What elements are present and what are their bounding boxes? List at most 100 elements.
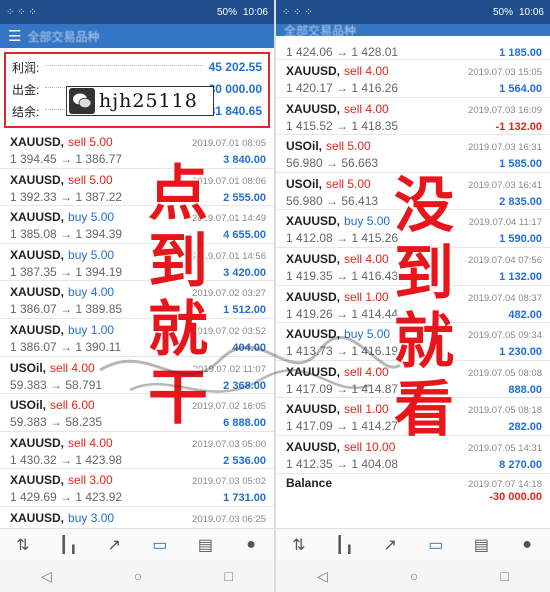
trade-prices: 1 424.06 → 1 428.01 <box>286 45 399 59</box>
trade-row[interactable]: XAUUSD, buy 4.00 2019.07.02 03:27 1 386.07 … <box>0 281 274 319</box>
trade-symbol: XAUUSD, <box>286 214 341 229</box>
trade-row[interactable]: XAUUSD, buy 5.00 2019.07.01 14:49 1 385.08 … <box>0 206 274 244</box>
trade-date: 2019.07.03 15:05 <box>468 67 542 78</box>
chat-icon[interactable]: ● <box>240 534 262 556</box>
menu-icon[interactable]: ☰ <box>8 27 21 45</box>
trade-side: buy 4.00 <box>68 285 115 300</box>
trade-row[interactable]: USOil, sell 6.00 2019.07.02 16:05 59.383 → … <box>0 394 274 432</box>
trade-symbol: USOil, <box>10 398 47 413</box>
overlay-text-right: 没 到 就 看 <box>384 172 464 444</box>
balance-row[interactable]: Balance 2019.07.07 14:18 -30 000.00 <box>276 474 550 512</box>
trade-date: 2019.07.05 09:34 <box>468 330 542 342</box>
trade-prices: 1 412.08 → 1 415.26 <box>286 231 399 246</box>
news-icon[interactable]: ▤ <box>194 534 216 556</box>
trade-row[interactable]: USOil, sell 5.00 2019.07.03 16:31 56.980 → … <box>276 135 550 173</box>
right-phone-screen: ⁘ ⁘ ⁘ 50% 10:06 全部交易品种 1 424.06 → 1 428.… <box>276 0 550 592</box>
trade-profit: 482.00 <box>508 308 542 321</box>
app-bar: ☰ 全部交易品种 <box>0 24 274 48</box>
history-icon[interactable]: ▭ <box>149 534 171 556</box>
trade-prices: 1 417.09 → 1 414.27 <box>286 419 399 434</box>
trade-icon[interactable]: ↗ <box>103 534 125 556</box>
news-icon[interactable]: ▤ <box>470 534 492 556</box>
trade-side: sell 5.00 <box>326 176 371 191</box>
wechat-icon <box>69 88 95 114</box>
trade-symbol: XAUUSD, <box>286 402 341 417</box>
page-title: 全部交易品种 <box>27 29 100 44</box>
overlay-char: 看 <box>394 375 454 445</box>
trade-row[interactable]: USOil, sell 4.00 2019.07.02 11:07 59.383 → … <box>0 357 274 395</box>
trade-profit: 1 512.00 <box>223 304 266 317</box>
trade-side: sell 3.00 <box>68 473 113 488</box>
trade-side: sell 4.00 <box>344 364 389 379</box>
trade-row[interactable]: XAUUSD, sell 4.00 2019.07.03 05:00 1 430.32… <box>0 432 274 470</box>
trade-symbol: XAUUSD, <box>286 439 341 454</box>
trade-profit: 1 230.00 <box>499 346 542 359</box>
trade-side: sell 4.00 <box>344 101 389 116</box>
list-item[interactable]: 1 424.06 → 1 428.01 1 185.00 <box>276 36 550 60</box>
trade-profit: 6 888.00 <box>223 417 266 430</box>
trade-profit: 282.00 <box>508 421 542 434</box>
trade-profit: 1 564.00 <box>499 83 542 95</box>
trade-symbol: USOil, <box>286 139 323 154</box>
trade-prices: 1 419.26 → 1 414.44 <box>286 306 399 321</box>
quotes-icon[interactable]: ⇅ <box>12 534 34 556</box>
wechat-contact-badge: hjh25118 <box>66 86 214 116</box>
trade-date: 2019.07.05 08:18 <box>468 405 542 417</box>
trade-icon[interactable]: ↗ <box>379 534 401 556</box>
bottom-nav: ⇅ ┃╻ ↗ ▭ ▤ ● <box>276 528 550 560</box>
trade-symbol: XAUUSD, <box>286 327 341 342</box>
home-icon[interactable]: ○ <box>134 568 142 584</box>
trade-date: 2019.07.05 14:31 <box>468 442 542 454</box>
trade-row[interactable]: XAUUSD, sell 5.00 2019.07.01 08:06 1 392.33… <box>0 169 274 207</box>
trade-row[interactable]: XAUUSD, sell 4.00 2019.07.03 15:05 1 420.17… <box>276 60 550 98</box>
trade-prices: 1 415.52 → 1 418.35 <box>286 118 399 133</box>
trade-prices: 1 394.45 → 1 386.77 <box>10 152 123 166</box>
trade-profit: 2 536.00 <box>223 454 266 467</box>
trade-prices: 1 419.35 → 1 416.43 <box>286 268 399 283</box>
trade-profit: 3 420.00 <box>223 266 266 279</box>
trade-row[interactable]: XAUUSD, buy 1.00 2019.07.02 03:52 1 386.07 … <box>0 319 274 357</box>
trade-symbol: XAUUSD, <box>286 251 341 266</box>
trade-row[interactable]: XAUUSD, sell 5.00 2019.07.01 08:05 1 394.45… <box>0 131 274 169</box>
trade-date: 2019.07.03 05:02 <box>192 476 266 488</box>
trade-side: buy 1.00 <box>68 322 115 337</box>
trade-date: 2019.07.01 08:05 <box>192 138 266 149</box>
chart-icon[interactable]: ┃╻ <box>333 534 355 556</box>
status-bar: ⁘ ⁘ ⁘ 50% 10:06 <box>276 0 550 24</box>
overlay-char: 就 <box>148 295 208 365</box>
system-nav: ◁ ○ □ <box>276 560 550 592</box>
trade-row[interactable]: XAUUSD, buy 5.00 2019.07.01 14:56 1 387.35 … <box>0 244 274 282</box>
trade-prices: 1 387.35 → 1 394.19 <box>10 264 123 279</box>
withdraw-value: 30 000.00 <box>208 82 262 96</box>
trade-prices: 1 386.07 → 1 389.85 <box>10 302 123 317</box>
chat-icon[interactable]: ● <box>516 534 538 556</box>
trade-symbol: USOil, <box>286 176 323 191</box>
chart-icon[interactable]: ┃╻ <box>57 534 79 556</box>
recents-icon[interactable]: □ <box>224 568 232 584</box>
trade-profit: -1 132.00 <box>495 120 542 133</box>
home-icon[interactable]: ○ <box>410 568 418 584</box>
overlay-char: 没 <box>394 171 454 241</box>
quotes-icon[interactable]: ⇅ <box>288 534 310 556</box>
trade-row[interactable]: XAUUSD, sell 4.00 2019.07.03 16:09 1 415.52… <box>276 98 550 136</box>
left-phone-screen: ⁘ ⁘ ⁘ 50% 10:06 ☰ 全部交易品种 利润: 45 202.55 出金… <box>0 0 274 592</box>
trade-side: sell 4.00 <box>344 251 389 266</box>
trade-date: 2019.07.05 08:08 <box>468 367 542 379</box>
wechat-id: hjh25118 <box>99 90 198 112</box>
trade-symbol: XAUUSD, <box>10 322 65 337</box>
history-icon[interactable]: ▭ <box>425 534 447 556</box>
trade-prices: 1 392.33 → 1 387.22 <box>10 189 123 204</box>
trade-date: 2019.07.03 05:00 <box>192 438 266 450</box>
back-icon[interactable]: ◁ <box>317 568 328 585</box>
back-icon[interactable]: ◁ <box>41 568 52 585</box>
trade-date: 2019.07.03 06:25 <box>192 513 266 525</box>
app-bar: 全部交易品种 <box>276 24 550 36</box>
trade-prices: 1 430.32 → 1 423.98 <box>10 452 123 467</box>
trade-prices: 59.383 → 58.235 <box>10 415 103 430</box>
trade-prices: 1 413.73 → 1 416.19 <box>286 344 399 359</box>
trade-profit: 1 590.00 <box>499 233 542 246</box>
trade-row[interactable]: XAUUSD, sell 3.00 2019.07.03 05:02 1 429.69… <box>0 469 274 507</box>
trade-profit: 404.00 <box>232 341 266 354</box>
recents-icon[interactable]: □ <box>500 568 508 584</box>
trade-profit: 3 840.00 <box>223 154 266 166</box>
